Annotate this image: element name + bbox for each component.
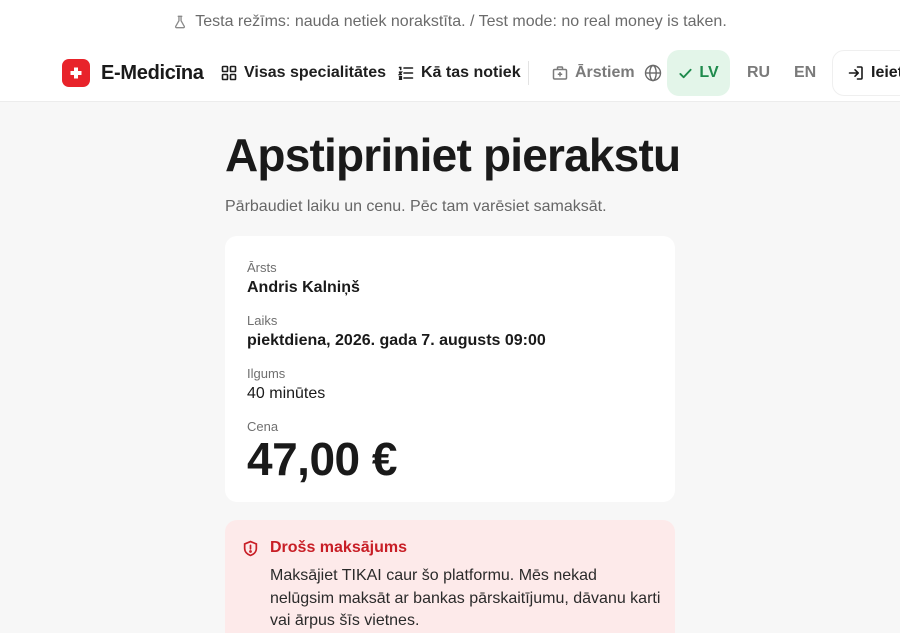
login-label: Ieiet bbox=[871, 64, 900, 81]
login-icon bbox=[848, 66, 863, 80]
test-mode-text: Testa režīms: nauda netiek norakstīta. /… bbox=[195, 13, 727, 30]
appointment-time: piektdiena, 2026. gada 7. augusts 09:00 bbox=[247, 332, 546, 349]
duration-label: Ilgums bbox=[247, 366, 286, 381]
secure-payment-notice: Drošs maksājums Maksājiet TIKAI caur šo … bbox=[225, 520, 675, 633]
nav-divider bbox=[528, 61, 529, 85]
nav-how-it-works-label: Kā tas notiek bbox=[421, 64, 521, 81]
nav-all-specialties[interactable]: Visas specialitātes bbox=[221, 58, 386, 88]
doctor-label: Ārsts bbox=[247, 260, 277, 275]
alert-circle-icon bbox=[243, 540, 258, 557]
medical-cross-icon bbox=[62, 59, 90, 87]
page-subtitle: Pārbaudiet laiku un cenu. Pēc tam varēsi… bbox=[225, 198, 607, 215]
list-ordered-icon bbox=[398, 66, 414, 80]
secure-payment-text: Maksājiet TIKAI caur šo platformu. Mēs n… bbox=[270, 567, 661, 629]
nav-for-doctors-label: Ārstiem bbox=[575, 64, 635, 81]
appointment-price: 47,00 € bbox=[247, 433, 397, 485]
medical-bag-icon bbox=[552, 66, 568, 80]
secure-payment-title: Drošs maksājums bbox=[270, 539, 407, 556]
lang-lv-button[interactable]: LV bbox=[667, 50, 730, 96]
test-mode-banner: Testa režīms: nauda netiek norakstīta. /… bbox=[0, 0, 900, 44]
nav-for-doctors[interactable]: Ārstiem bbox=[552, 58, 635, 88]
appointment-duration: 40 minūtes bbox=[247, 385, 326, 402]
brand-name: E-Medicīna bbox=[101, 61, 204, 84]
nav-all-specialties-label: Visas specialitātes bbox=[244, 64, 387, 81]
time-label: Laiks bbox=[247, 313, 278, 328]
lang-lv-label: LV bbox=[699, 64, 719, 81]
login-button[interactable]: Ieiet bbox=[832, 50, 900, 96]
navbar: E-Medicīna Visas specialitātes Kā tas no… bbox=[0, 44, 900, 102]
page-title: Apstipriniet pierakstu bbox=[225, 129, 681, 181]
appointment-details-card: Ārsts Andris Kalniņš Laiks piektdiena, 2… bbox=[225, 236, 675, 502]
brand-link[interactable]: E-Medicīna bbox=[62, 58, 204, 88]
lang-en-button[interactable]: EN bbox=[794, 58, 816, 88]
globe-icon bbox=[644, 64, 662, 82]
nav-how-it-works[interactable]: Kā tas notiek bbox=[398, 58, 521, 88]
doctor-name: Andris Kalniņš bbox=[247, 279, 360, 296]
lang-ru-button[interactable]: RU bbox=[747, 58, 770, 88]
grid-icon bbox=[221, 65, 237, 81]
flask-icon bbox=[175, 15, 186, 29]
check-icon bbox=[679, 68, 692, 78]
